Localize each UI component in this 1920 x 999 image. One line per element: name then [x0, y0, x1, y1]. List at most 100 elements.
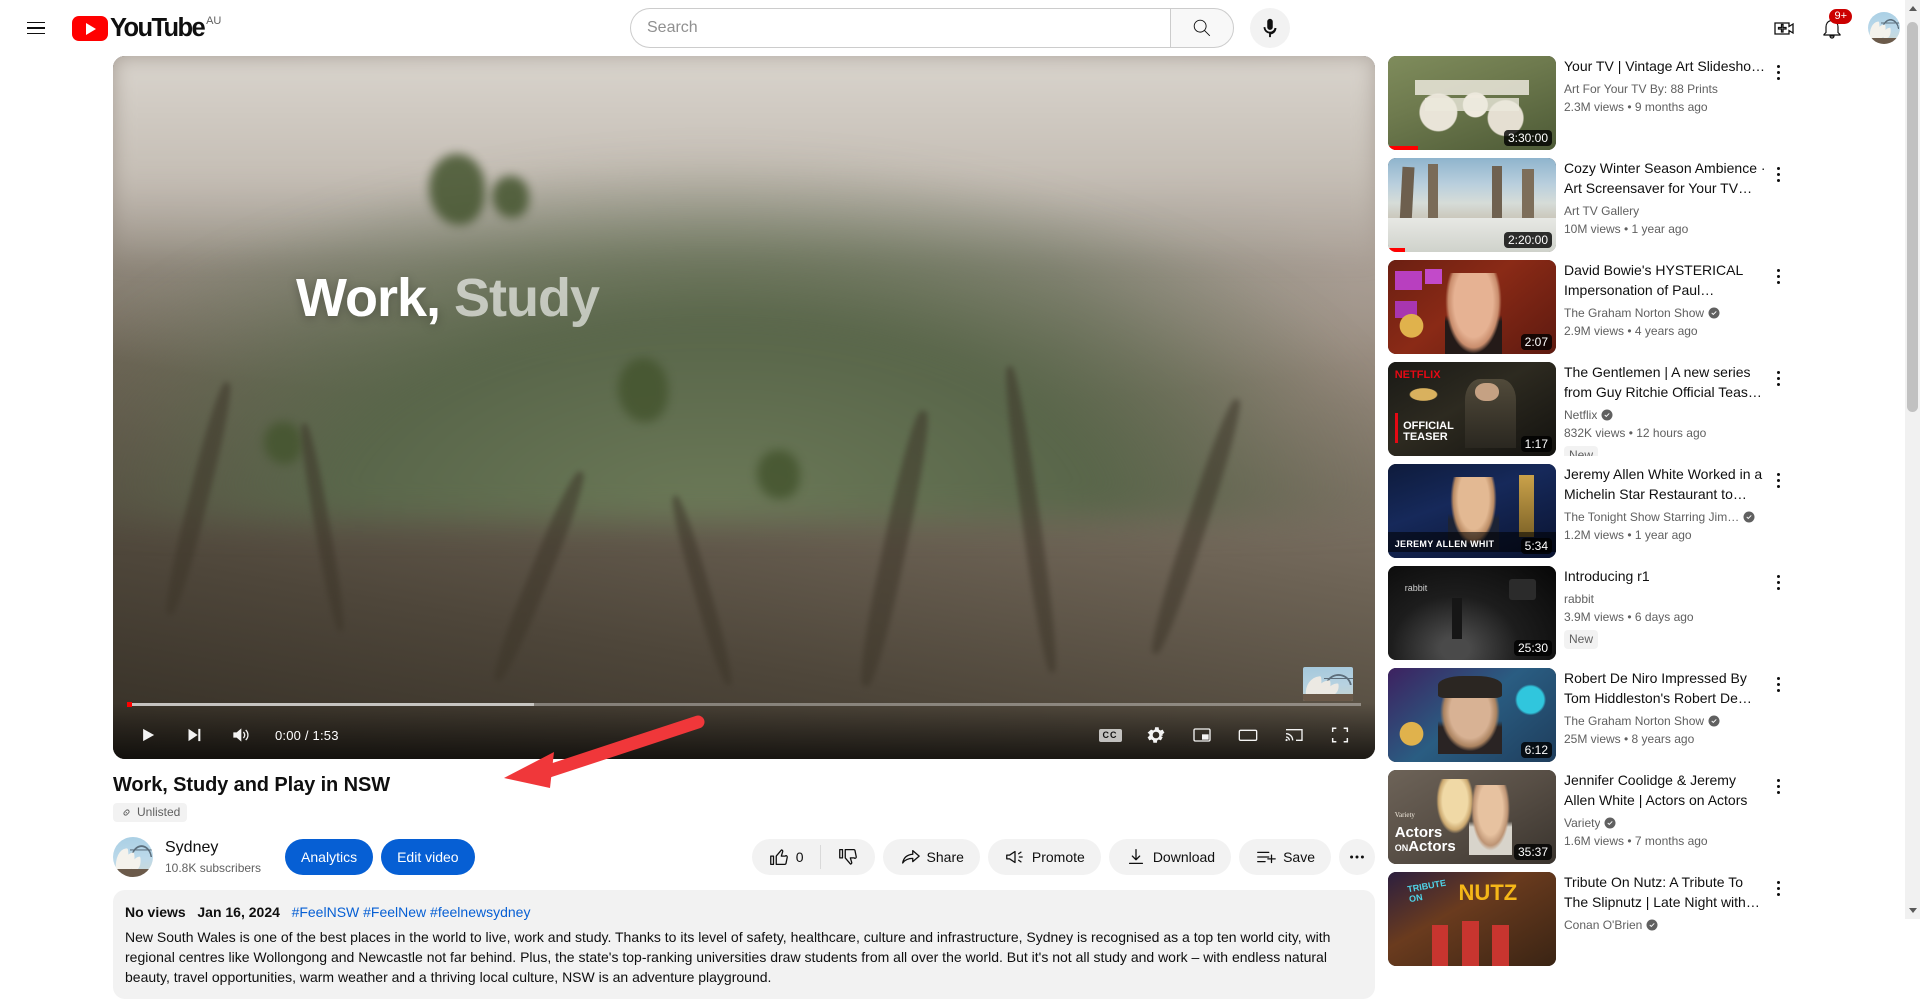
- video-meta: The Gentlemen | A new series from Guy Ri…: [1556, 362, 1790, 456]
- video-channel[interactable]: Art For Your TV By: 88 Prints: [1564, 80, 1766, 98]
- video-title[interactable]: Tribute On Nutz: A Tribute To The Slipnu…: [1564, 872, 1766, 912]
- video-channel-name: Variety: [1564, 816, 1601, 830]
- volume-button[interactable]: [217, 711, 263, 759]
- video-channel[interactable]: The Tonight Show Starring Jim…: [1564, 508, 1766, 526]
- cast-button[interactable]: [1271, 711, 1317, 759]
- search-box[interactable]: [630, 8, 1170, 48]
- youtube-logo[interactable]: YouTube AU: [72, 15, 221, 41]
- list-item[interactable]: Variety Actors ONActors 35:37 Jennifer C…: [1388, 770, 1790, 864]
- captions-label: CC: [1098, 728, 1122, 742]
- video-thumbnail[interactable]: Variety Actors ONActors 35:37: [1388, 770, 1556, 864]
- share-button[interactable]: Share: [882, 838, 980, 875]
- video-channel[interactable]: rabbit: [1564, 590, 1766, 608]
- gear-icon: [1147, 727, 1165, 743]
- thumbs-down-icon: [838, 848, 857, 865]
- play-button[interactable]: [125, 711, 171, 759]
- video-title[interactable]: Your TV | Vintage Art Slidesho…: [1564, 56, 1766, 76]
- save-button[interactable]: Save: [1239, 838, 1331, 875]
- video-title[interactable]: The Gentlemen | A new series from Guy Ri…: [1564, 362, 1766, 402]
- more-options-icon[interactable]: [1766, 570, 1790, 594]
- control-row: 0:00 / 1:53 CC: [113, 711, 1375, 759]
- like-button[interactable]: 0: [752, 839, 820, 875]
- scroll-up-icon[interactable]: [1905, 0, 1920, 17]
- play-icon: [143, 728, 155, 742]
- video-channel[interactable]: Variety: [1564, 814, 1766, 832]
- video-title[interactable]: David Bowie's HYSTERICAL Impersonation o…: [1564, 260, 1766, 300]
- share-icon: [901, 849, 920, 864]
- channel-watermark[interactable]: [1303, 667, 1353, 701]
- video-duration: 2:20:00: [1503, 232, 1552, 248]
- video-thumbnail[interactable]: rabbit 25:30: [1388, 566, 1556, 660]
- promote-button[interactable]: Promote: [987, 838, 1101, 875]
- more-options-icon[interactable]: [1766, 60, 1790, 84]
- more-options-icon[interactable]: [1766, 672, 1790, 696]
- dislike-button[interactable]: [821, 839, 875, 875]
- next-video-button[interactable]: [171, 711, 217, 759]
- video-thumbnail[interactable]: 2:20:00: [1388, 158, 1556, 252]
- notifications-button[interactable]: 9+: [1812, 8, 1852, 48]
- video-title[interactable]: Introducing r1: [1564, 566, 1766, 586]
- page-scrollbar[interactable]: [1905, 0, 1920, 919]
- download-button[interactable]: Download: [1108, 838, 1232, 875]
- list-item[interactable]: rabbit 25:30 Introducing r1 rabbit 3.9M …: [1388, 566, 1790, 660]
- more-actions-button[interactable]: [1339, 838, 1375, 875]
- miniplayer-button[interactable]: [1179, 711, 1225, 759]
- video-thumbnail[interactable]: 3:30:00: [1388, 56, 1556, 150]
- video-channel[interactable]: Netflix: [1564, 406, 1766, 424]
- video-thumbnail[interactable]: NETFLIX OFFICIAL TEASER 1:17: [1388, 362, 1556, 456]
- video-thumbnail[interactable]: 2:07: [1388, 260, 1556, 354]
- more-options-icon[interactable]: [1766, 774, 1790, 798]
- scroll-down-icon[interactable]: [1905, 902, 1920, 919]
- video-channel[interactable]: The Graham Norton Show: [1564, 304, 1766, 322]
- fullscreen-button[interactable]: [1317, 711, 1363, 759]
- search-input[interactable]: [647, 19, 1170, 37]
- search-button[interactable]: [1170, 8, 1234, 48]
- theater-mode-button[interactable]: [1225, 711, 1271, 759]
- video-thumbnail[interactable]: JEREMY ALLEN WHIT 5:34: [1388, 464, 1556, 558]
- progress-bar[interactable]: [127, 702, 1361, 707]
- masthead: YouTube AU Search 9+: [0, 0, 1920, 56]
- video-title[interactable]: Cozy Winter Season Ambience · Art Screen…: [1564, 158, 1766, 198]
- create-video-button[interactable]: [1764, 8, 1804, 48]
- more-options-icon[interactable]: [1766, 162, 1790, 186]
- country-code: AU: [206, 15, 222, 27]
- avatar[interactable]: [1868, 12, 1900, 44]
- more-options-icon[interactable]: [1766, 366, 1790, 390]
- description-hashtags[interactable]: #FeelNSW #FeelNew #feelnewsydney: [292, 904, 531, 920]
- list-item[interactable]: 2:20:00 Cozy Winter Season Ambience · Ar…: [1388, 158, 1790, 252]
- video-title[interactable]: Robert De Niro Impressed By Tom Hiddlest…: [1564, 668, 1766, 708]
- video-channel[interactable]: The Graham Norton Show: [1564, 712, 1766, 730]
- more-options-icon[interactable]: [1766, 468, 1790, 492]
- description-panel[interactable]: No views Jan 16, 2024 #FeelNSW #FeelNew …: [113, 889, 1375, 999]
- hamburger-menu-icon[interactable]: [16, 8, 56, 48]
- video-thumbnail[interactable]: 6:12: [1388, 668, 1556, 762]
- voice-search-button[interactable]: [1250, 8, 1290, 48]
- list-item[interactable]: 2:07 David Bowie's HYSTERICAL Impersonat…: [1388, 260, 1790, 354]
- analytics-button[interactable]: Analytics: [285, 838, 374, 875]
- scrollbar-thumb[interactable]: [1907, 22, 1918, 412]
- video-thumbnail[interactable]: TRIBUTE ON NUTZ: [1388, 872, 1556, 966]
- more-options-icon[interactable]: [1766, 876, 1790, 900]
- theater-mode-icon: [1238, 729, 1258, 741]
- badge-row: Unlisted: [113, 803, 1375, 824]
- video-meta: Introducing r1 rabbit 3.9M views • 6 day…: [1556, 566, 1790, 660]
- search-area: [630, 8, 1290, 48]
- related-videos-column: 3:30:00 Your TV | Vintage Art Slidesho… …: [1388, 56, 1790, 974]
- video-player[interactable]: Work, Study 0:00 / 1:53 CC: [113, 56, 1375, 759]
- edit-video-button[interactable]: Edit video: [381, 838, 475, 875]
- settings-button[interactable]: [1133, 711, 1179, 759]
- list-item[interactable]: 3:30:00 Your TV | Vintage Art Slidesho… …: [1388, 56, 1790, 150]
- channel-avatar[interactable]: [113, 836, 153, 877]
- progress-scrubber[interactable]: [127, 702, 132, 707]
- channel-name[interactable]: Sydney: [165, 837, 261, 859]
- video-title[interactable]: Jennifer Coolidge & Jeremy Allen White |…: [1564, 770, 1766, 810]
- list-item[interactable]: NETFLIX OFFICIAL TEASER 1:17 The Gentlem…: [1388, 362, 1790, 456]
- video-title[interactable]: Jeremy Allen White Worked in a Michelin …: [1564, 464, 1766, 504]
- captions-button[interactable]: CC: [1087, 711, 1133, 759]
- megaphone-icon: [1005, 850, 1023, 863]
- list-item[interactable]: 6:12 Robert De Niro Impressed By Tom Hid…: [1388, 668, 1790, 762]
- more-options-icon[interactable]: [1766, 264, 1790, 288]
- list-item[interactable]: JEREMY ALLEN WHIT 5:34 Jeremy Allen Whit…: [1388, 464, 1790, 558]
- list-item[interactable]: TRIBUTE ON NUTZ Tribute On Nutz: A Tribut…: [1388, 872, 1790, 966]
- video-channel[interactable]: Art TV Gallery: [1564, 202, 1766, 220]
